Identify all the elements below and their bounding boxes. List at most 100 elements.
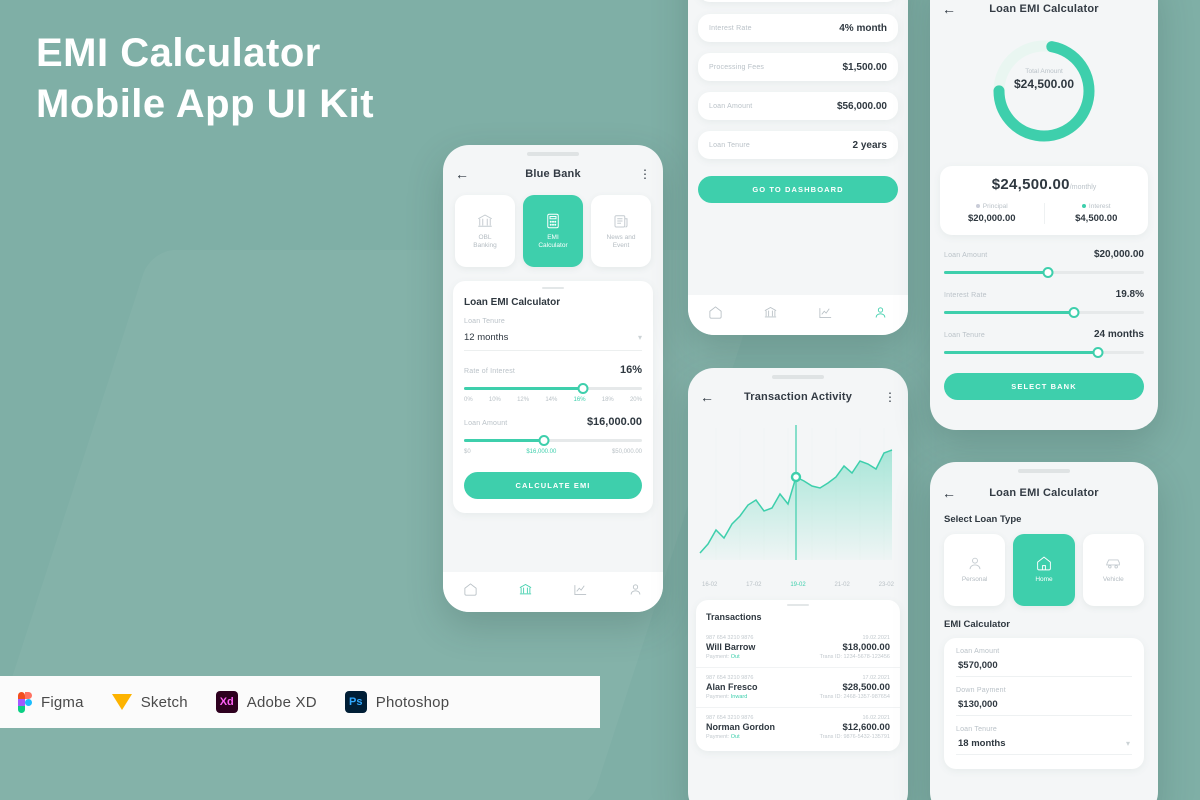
- appbar-title: Loan EMI Calculator: [989, 3, 1099, 15]
- row-loan-amount: Loan Amount $56,000.00: [698, 92, 898, 120]
- loan-amount-slider[interactable]: [464, 435, 642, 446]
- row-value: 2 years: [852, 139, 887, 151]
- row-label: Loan Tenure: [709, 141, 750, 149]
- interest-value: $4,500.00: [1075, 213, 1118, 224]
- rate-of-interest-slider[interactable]: [464, 383, 642, 394]
- interest-label: Interest: [1088, 203, 1111, 210]
- principal-label: Principal: [982, 203, 1008, 210]
- figma-icon: [18, 691, 32, 713]
- loan-tenure-select[interactable]: 12 months ▾: [464, 325, 642, 351]
- loan-tenure-value: 18 months: [958, 738, 1006, 749]
- nav-chart[interactable]: [818, 305, 833, 325]
- person-icon: [969, 558, 981, 570]
- phone-notch: [772, 375, 824, 379]
- loan-type-vehicle[interactable]: Vehicle: [1082, 534, 1144, 606]
- photoshop-icon: Ps: [344, 691, 367, 713]
- phone-notch: [527, 152, 579, 156]
- tool-sketch[interactable]: Sketch: [111, 694, 188, 711]
- transaction-date: 19.02.2021: [862, 635, 890, 641]
- chevron-down-icon: ▾: [1125, 739, 1130, 748]
- loan-type-personal[interactable]: Personal: [944, 534, 1006, 606]
- emi-hero-card: Your EMI per month is $4,500.00: [698, 0, 898, 2]
- service-tiles: OBL Banking EMI Calculator News and Even…: [443, 195, 663, 267]
- bottom-nav-emi-result: [688, 295, 908, 335]
- page-title: EMI Calculator Mobile App UI Kit: [36, 28, 374, 130]
- slider-knob[interactable]: [1092, 347, 1104, 358]
- x-tick-4: 23-02: [878, 582, 894, 588]
- rate-of-interest-value: 16%: [619, 364, 642, 376]
- table-row[interactable]: 987 654 3210 9876 19.02.2021 Will Barrow…: [696, 628, 900, 668]
- home-icon: [709, 306, 722, 319]
- section-title-loan-type: Select Loan Type: [944, 514, 1022, 525]
- go-to-dashboard-button[interactable]: GO TO DASHBOARD: [698, 176, 898, 203]
- slider-label: Interest Rate: [944, 292, 987, 299]
- slider-loan-tenure[interactable]: Loan Tenure 24 months: [944, 329, 1144, 358]
- page-title-line1: EMI Calculator: [36, 31, 321, 75]
- nav-bank[interactable]: [763, 305, 778, 325]
- slider-knob[interactable]: [577, 383, 589, 394]
- nav-home[interactable]: [463, 582, 478, 602]
- tick-2: 12%: [517, 397, 530, 403]
- tick-3: 14%: [545, 397, 558, 403]
- transaction-id: Trans ID: 9876-5432-135791: [819, 734, 890, 740]
- bottom-nav-blue-bank: [443, 572, 663, 612]
- chart-icon: [574, 585, 587, 595]
- slider-interest-rate[interactable]: Interest Rate 19.8%: [944, 289, 1144, 318]
- home-icon: [1037, 556, 1051, 571]
- tile-news-and-event[interactable]: News and Event: [591, 195, 651, 267]
- more-vertical-icon[interactable]: ⋮: [637, 167, 651, 181]
- slider-knob[interactable]: [1042, 267, 1054, 278]
- bank-icon: [478, 214, 492, 227]
- slider-knob[interactable]: [538, 435, 550, 446]
- field-loan-amount: Loan Amount $570,000: [956, 648, 1132, 677]
- loan-tenure-select[interactable]: 18 months ▾: [956, 733, 1132, 755]
- emi-form-card: Loan Amount $570,000 Down Payment $130,0…: [944, 638, 1144, 769]
- calculate-emi-button[interactable]: CALCULATE EMI: [464, 472, 642, 499]
- slider-fill: [464, 439, 545, 442]
- arrow-left-icon[interactable]: ←: [942, 2, 956, 16]
- tile-obl-banking[interactable]: OBL Banking: [455, 195, 515, 267]
- phone-loan-emi-donut: ← Loan EMI Calculator Total Amount $24,5…: [930, 0, 1158, 430]
- tick-5: 18%: [601, 397, 614, 403]
- row-value: $1,500.00: [842, 61, 888, 73]
- loan-type-home[interactable]: Home: [1013, 534, 1075, 606]
- table-row[interactable]: 987 654 3210 9876 17.02.2021 Alan Fresco…: [696, 668, 900, 708]
- sketch-icon: [111, 694, 132, 710]
- arrow-left-icon[interactable]: ←: [942, 486, 956, 500]
- appbar-loan-type: ← Loan EMI Calculator: [930, 476, 1158, 510]
- row-label: Processing Fees: [709, 63, 765, 71]
- card-title: Loan EMI Calculator: [464, 297, 561, 308]
- summary-total-suffix: /monthly: [1069, 184, 1097, 191]
- chart-x-axis: 16-02 17-02 19-02 21-02 23-02: [696, 580, 900, 588]
- tile-emi-calculator[interactable]: EMI Calculator: [523, 195, 583, 267]
- loan-amount-label: Loan Amount: [464, 420, 508, 427]
- nav-person[interactable]: [873, 305, 888, 325]
- arrow-left-icon[interactable]: ←: [455, 167, 469, 181]
- tick-1: 10%: [488, 397, 501, 403]
- loan-type-label-vehicle: Vehicle: [1102, 576, 1124, 584]
- range-current: $16,000.00: [526, 449, 557, 455]
- tool-adobe-xd[interactable]: Xd Adobe XD: [215, 691, 317, 713]
- field-down-payment: Down Payment $130,000: [956, 687, 1132, 716]
- tool-figma[interactable]: Figma: [18, 691, 84, 713]
- table-row[interactable]: 987 654 3210 9876 16.02.2021 Norman Gord…: [696, 708, 900, 747]
- field-label: Loan Tenure: [956, 726, 997, 733]
- summary-interest: Interest $4,500.00: [1045, 203, 1149, 224]
- row-label: Loan Amount: [709, 102, 753, 110]
- appbar-title: Loan EMI Calculator: [989, 487, 1099, 499]
- nav-home[interactable]: [708, 305, 723, 325]
- nav-person[interactable]: [628, 582, 643, 602]
- x-tick-3: 21-02: [834, 582, 850, 588]
- card-handle: [787, 604, 809, 606]
- nav-chart[interactable]: [573, 582, 588, 602]
- select-bank-button[interactable]: SELECT BANK: [944, 373, 1144, 400]
- nav-bank[interactable]: [518, 582, 533, 602]
- loan-amount-input[interactable]: $570,000: [956, 655, 1132, 677]
- down-payment-input[interactable]: $130,000: [956, 694, 1132, 716]
- tool-photoshop[interactable]: Ps Photoshop: [344, 691, 450, 713]
- slider-knob[interactable]: [1068, 307, 1080, 318]
- more-vertical-icon[interactable]: ⋮: [882, 390, 896, 404]
- arrow-left-icon[interactable]: ←: [700, 390, 714, 404]
- slider-loan-amount[interactable]: Loan Amount $20,000.00: [944, 249, 1144, 278]
- row-value: $56,000.00: [836, 100, 887, 112]
